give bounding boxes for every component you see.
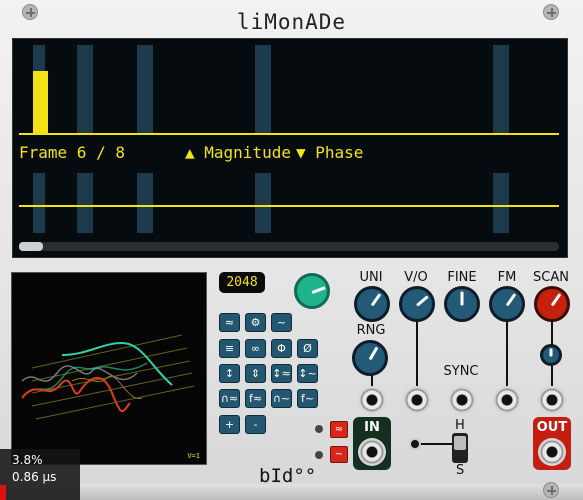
wt-btn-smooth[interactable]: ≈: [219, 313, 240, 332]
rack-rail: [0, 484, 583, 500]
spectrum-display[interactable]: Frame 6 / 8 ▲ Magnitude ▼ Phase: [12, 38, 568, 258]
knob-indicator: [460, 291, 464, 306]
screw-bottom-right-icon: [543, 482, 559, 498]
scan-knob[interactable]: [534, 286, 570, 322]
frame-scroll-thumb[interactable]: [19, 242, 43, 251]
in-box: IN: [353, 417, 391, 470]
out-jack[interactable]: [538, 438, 566, 466]
wt-btn-window-sine[interactable]: ∩~: [271, 389, 292, 408]
hold-sample-switch[interactable]: [452, 433, 468, 463]
cpu-meter-bar: [0, 485, 6, 500]
in-sine-button[interactable]: ~: [330, 446, 348, 463]
sync-jack[interactable]: [448, 386, 476, 414]
knob-indicator: [549, 348, 553, 357]
magnitude-bin: [77, 45, 93, 133]
module-title: liMonADe: [236, 10, 347, 34]
wt-btn-normalize[interactable]: ↕: [219, 364, 240, 383]
knob-indicator: [550, 293, 562, 307]
magnitude-label: ▲ Magnitude: [185, 143, 291, 162]
frame-indicator: Frame 6 / 8: [19, 143, 125, 162]
link-line: [551, 366, 553, 386]
switch-link-line: [415, 443, 455, 445]
phase-bin: [493, 173, 509, 233]
uni-knob[interactable]: [354, 286, 390, 322]
knob-indicator: [311, 286, 326, 294]
rng-cv-jack[interactable]: [358, 386, 386, 414]
scope-badge: V=1: [187, 452, 200, 460]
wave-scope: V=1: [11, 272, 207, 465]
magnitude-bin: [137, 45, 153, 133]
phase-bin: [255, 173, 271, 233]
wt-btn-zero[interactable]: Ø: [297, 339, 318, 358]
magnitude-bin: [493, 45, 509, 133]
link-line: [551, 320, 553, 345]
size-knob[interactable]: [294, 273, 330, 309]
magnitude-baseline: [19, 133, 559, 135]
led-indicator: [315, 425, 323, 433]
knob-indicator: [505, 293, 517, 307]
wt-btn-window-smooth[interactable]: ∩≈: [219, 389, 240, 408]
frame-scrollbar[interactable]: [19, 242, 559, 251]
frame-text: Frame 6 / 8: [19, 143, 125, 162]
cpu-time: 0.86 µs: [12, 470, 57, 484]
rng-label: RNG: [356, 323, 386, 338]
h-label: H: [455, 418, 465, 433]
wt-btn-fft-smooth[interactable]: f≈: [245, 389, 266, 408]
wavetable-size-display[interactable]: 2048: [219, 272, 265, 293]
scan-cv-jack[interactable]: [538, 386, 566, 414]
wt-btn-loop[interactable]: ∞: [245, 339, 266, 358]
link-line: [416, 321, 418, 387]
s-label: S: [456, 463, 465, 478]
switch-led: [409, 438, 421, 450]
led-indicator: [315, 451, 323, 459]
fine-knob[interactable]: [444, 286, 480, 322]
link-line: [506, 321, 508, 387]
wt-btn-normalize-smooth[interactable]: ↕≈: [271, 364, 292, 383]
wt-btn-settings[interactable]: ⚙: [245, 313, 266, 332]
out-label: OUT: [536, 420, 568, 435]
phase-bin: [77, 173, 93, 233]
in-label: IN: [364, 420, 380, 435]
scan-label: SCAN: [533, 270, 569, 285]
fm-jack[interactable]: [493, 386, 521, 414]
fm-knob[interactable]: [489, 286, 525, 322]
wt-btn-sine[interactable]: ~: [271, 313, 292, 332]
wt-btn-phase[interactable]: Φ: [271, 339, 292, 358]
module-panel: liMonADe Frame 6 / 8 ▲ Magnitude ▼ Phase: [0, 0, 583, 500]
phase-bin: [137, 173, 153, 233]
wt-btn-normalize-all[interactable]: ⇕: [245, 364, 266, 383]
wt-btn-flat[interactable]: ≡: [219, 339, 240, 358]
in-smooth-button[interactable]: ≈: [330, 421, 348, 438]
wt-btn-fft-sine[interactable]: f~: [297, 389, 318, 408]
switch-lever[interactable]: [454, 436, 466, 450]
cpu-percent: 3.8%: [12, 453, 43, 467]
knob-indicator: [368, 346, 379, 361]
wt-btn-add-frame[interactable]: +: [219, 415, 240, 434]
vo-knob[interactable]: [399, 286, 435, 322]
wave-scope-graph: [21, 334, 195, 420]
scan-attenuator-knob[interactable]: [540, 344, 562, 366]
magnitude-bin-selected: [33, 71, 48, 133]
wt-btn-remove-frame[interactable]: -: [245, 415, 266, 434]
rng-knob[interactable]: [352, 340, 388, 376]
magnitude-bin: [255, 45, 271, 133]
knob-indicator: [370, 293, 382, 307]
wt-btn-normalize-sine[interactable]: ↕~: [297, 364, 318, 383]
phase-bin: [33, 173, 45, 233]
phase-label: ▼ Phase: [296, 143, 364, 162]
vo-jack[interactable]: [403, 386, 431, 414]
cpu-meter: 3.8% 0.86 µs: [0, 449, 80, 500]
phase-baseline: [19, 205, 559, 207]
in-jack[interactable]: [358, 438, 386, 466]
out-box: OUT: [533, 417, 571, 470]
knob-indicator: [416, 295, 429, 307]
sync-label: SYNC: [443, 364, 479, 379]
